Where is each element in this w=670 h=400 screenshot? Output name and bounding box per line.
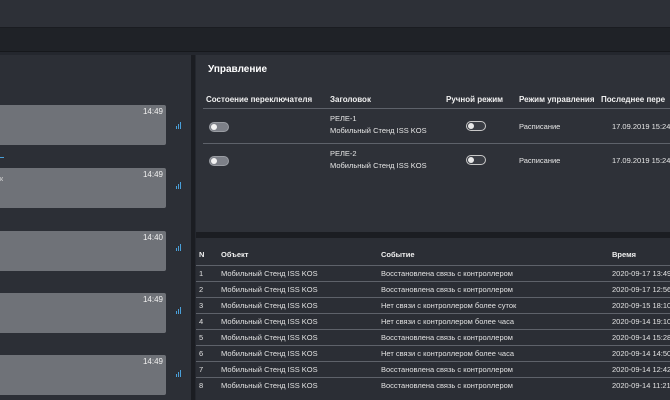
column-header-n: N (199, 250, 205, 259)
message-time: 14:40 (142, 233, 163, 242)
relay-name: РЕЛЕ-1 (330, 114, 357, 123)
sub-header-bar (0, 28, 670, 52)
link-icon[interactable] (0, 155, 4, 158)
column-header-switch-state: Состоение переключателя (206, 95, 313, 104)
row-event: Восстановлена связь с контроллером (381, 269, 513, 278)
column-header-time: Время (612, 250, 636, 259)
message-time: 14:49 (142, 357, 163, 366)
signal-icon (176, 307, 183, 314)
table-row[interactable]: 2 Мобильный Стенд ISS KOS Восстановлена … (196, 281, 670, 297)
relay-name: РЕЛЕ-2 (330, 149, 357, 158)
table-row[interactable]: 1 Мобильный Стенд ISS KOS Восстановлена … (196, 265, 670, 281)
message-time: 14:49 (142, 107, 163, 116)
chat-message[interactable]: 14:40 (0, 231, 166, 271)
signal-icon (176, 122, 183, 129)
manual-mode-toggle[interactable] (466, 155, 486, 165)
column-header-manual-mode: Ручной режим (446, 95, 504, 104)
row-event: Нет связи с контроллером более суток (381, 301, 517, 310)
table-row[interactable]: 5 Мобильный Стенд ISS KOS Восстановлена … (196, 329, 670, 345)
row-time: 2020-09-14 11:21: (612, 381, 670, 390)
chat-message[interactable]: 14:49 (0, 168, 166, 208)
row-number: 5 (199, 333, 204, 342)
control-mode-value: Расписание (519, 156, 561, 165)
column-header-last-change: Последнее пере (601, 95, 666, 104)
switch-state-toggle[interactable] (209, 156, 229, 166)
chat-message[interactable]: 14:49 (0, 355, 166, 395)
table-row[interactable]: 4 Мобильный Стенд ISS KOS Нет связи с ко… (196, 313, 670, 329)
row-number: 7 (199, 365, 204, 374)
row-time: 2020-09-15 18:10: (612, 301, 670, 310)
row-time: 2020-09-17 12:56: (612, 285, 670, 294)
events-header-row: N Объект Событие Время (196, 250, 670, 262)
table-row[interactable]: 6 Мобильный Стенд ISS KOS Нет связи с ко… (196, 345, 670, 361)
chat-panel: 14:49 14:49 к 14:40 14:49 14:49 (0, 55, 191, 400)
chat-message[interactable]: 14:49 (0, 293, 166, 333)
row-time: 2020-09-17 13:49: (612, 269, 670, 278)
row-object: Мобильный Стенд ISS KOS (221, 365, 318, 374)
control-panel: Управление Состоение переключателя Загол… (196, 55, 670, 232)
switch-state-toggle[interactable] (209, 122, 229, 132)
row-event: Восстановлена связь с контроллером (381, 285, 513, 294)
message-time: 14:49 (142, 170, 163, 179)
last-change-value: 17.09.2019 15:24 (612, 122, 670, 131)
row-object: Мобильный Стенд ISS KOS (221, 301, 318, 310)
column-header-event: Событие (381, 250, 415, 259)
table-divider (203, 108, 670, 109)
relay-object: Мобильный Стенд ISS KOS (330, 126, 427, 135)
row-event: Восстановлена связь с контроллером (381, 381, 513, 390)
signal-icon (176, 370, 183, 377)
row-event: Восстановлена связь с контроллером (381, 333, 513, 342)
manual-mode-toggle[interactable] (466, 121, 486, 131)
row-object: Мобильный Стенд ISS KOS (221, 269, 318, 278)
message-time: 14:49 (142, 295, 163, 304)
row-object: Мобильный Стенд ISS KOS (221, 317, 318, 326)
row-object: Мобильный Стенд ISS KOS (221, 333, 318, 342)
signal-icon (176, 244, 183, 251)
row-number: 4 (199, 317, 204, 326)
table-row[interactable]: 3 Мобильный Стенд ISS KOS Нет связи с ко… (196, 297, 670, 313)
last-change-value: 17.09.2019 15:24 (612, 156, 670, 165)
row-event: Нет связи с контроллером более часа (381, 349, 515, 358)
row-number: 1 (199, 269, 204, 278)
column-header-object: Объект (221, 250, 249, 259)
row-event: Восстановлена связь с контроллером (381, 365, 513, 374)
events-table: N Объект Событие Время 1 Мобильный Стенд… (196, 238, 670, 400)
panel-divider (191, 55, 195, 400)
row-object: Мобильный Стенд ISS KOS (221, 349, 318, 358)
signal-icon (176, 182, 183, 189)
row-number: 3 (199, 301, 204, 310)
top-header-bar (0, 0, 670, 28)
table-divider (203, 143, 670, 144)
row-time: 2020-09-14 12:42: (612, 365, 670, 374)
row-object: Мобильный Стенд ISS KOS (221, 381, 318, 390)
chat-message[interactable]: 14:49 (0, 105, 166, 145)
column-header-control-mode: Режим управления (519, 95, 595, 104)
column-header-title: Заголовок (330, 95, 371, 104)
row-time: 2020-09-14 15:28: (612, 333, 670, 342)
control-title: Управление (208, 64, 268, 75)
row-time: 2020-09-14 19:10: (612, 317, 670, 326)
row-object: Мобильный Стенд ISS KOS (221, 285, 318, 294)
row-event: Нет связи с контроллером более часа (381, 317, 515, 326)
control-mode-value: Расписание (519, 122, 561, 131)
table-row[interactable]: 8 Мобильный Стенд ISS KOS Восстановлена … (196, 377, 670, 393)
relay-object: Мобильный Стенд ISS KOS (330, 161, 427, 170)
row-number: 8 (199, 381, 204, 390)
row-time: 2020-09-14 14:50: (612, 349, 670, 358)
row-number: 6 (199, 349, 204, 358)
table-row[interactable]: 7 Мобильный Стенд ISS KOS Восстановлена … (196, 361, 670, 377)
side-text: к (0, 176, 4, 183)
row-number: 2 (199, 285, 204, 294)
